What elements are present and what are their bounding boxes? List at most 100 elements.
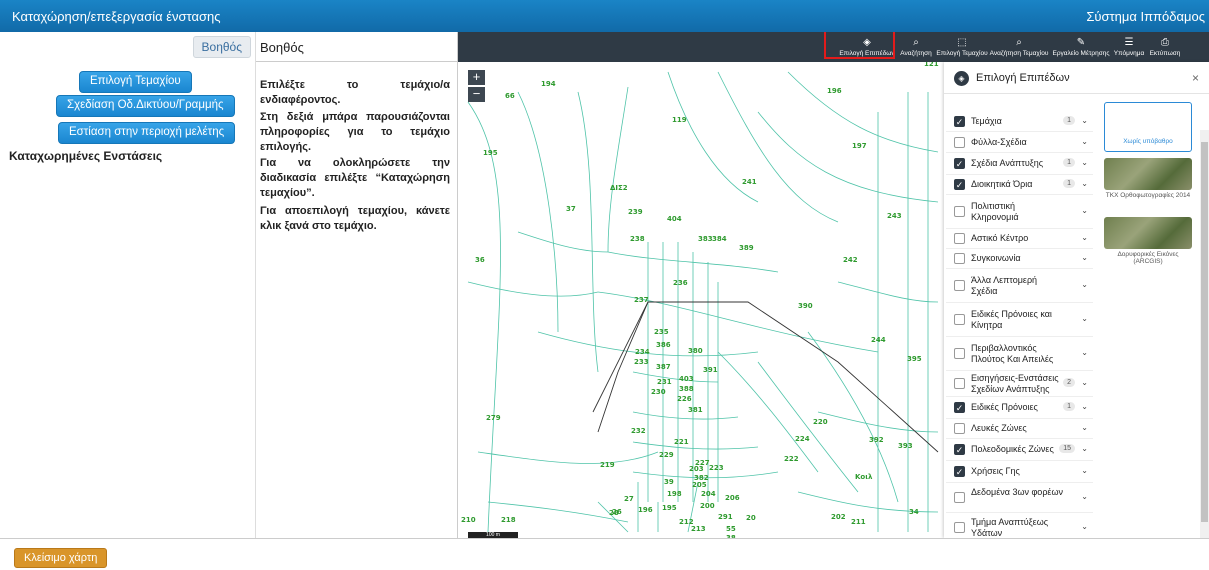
parcel-label: 226 [677, 395, 692, 403]
toolbar-search-parcel[interactable]: ⌕ Αναζήτηση Τεμαχίου [988, 32, 1050, 62]
focus-study-area-button[interactable]: Εστίαση στην περιοχή μελέτης [58, 122, 236, 144]
layer-count-badge: 1 [1063, 116, 1075, 125]
layer-row[interactable]: Τμήμα Αναπτύξεως Υδάτων ⌄ [946, 513, 1093, 538]
draw-road-network-button[interactable]: Σχεδίαση Οδ.Δικτύου/Γραμμής [56, 95, 235, 117]
chevron-down-icon[interactable]: ⌄ [1081, 179, 1088, 188]
layer-row[interactable]: ✓ Διοικητικά Όρια 1 ⌄ [946, 175, 1093, 195]
chevron-down-icon[interactable]: ⌄ [1081, 280, 1088, 289]
chevron-down-icon[interactable]: ⌄ [1081, 206, 1088, 215]
chevron-down-icon[interactable]: ⌄ [1081, 314, 1088, 323]
help-text-1: Επιλέξτε το τεμάχιο/α ενδιαφέροντος. [260, 79, 450, 106]
parcel-label: 200 [700, 502, 715, 510]
parcel-label: 218 [501, 516, 516, 524]
layer-count-badge: 1 [1063, 402, 1075, 411]
map-view[interactable]: 11511612119466196119197195241ΔΙΣ23723940… [458, 32, 1209, 538]
chevron-down-icon[interactable]: ⌄ [1081, 137, 1088, 146]
search-parcel-icon: ⌕ [1016, 37, 1022, 48]
parcel-label: 34 [909, 508, 919, 516]
layer-row[interactable]: ✓ Τεμάχια 1 ⌄ [946, 112, 1093, 132]
select-parcel-button[interactable]: Επιλογή Τεμαχίου [79, 71, 192, 93]
layer-name: Φύλλα-Σχέδια [971, 137, 1027, 147]
chevron-down-icon[interactable]: ⌄ [1081, 402, 1088, 411]
layers-panel-title: Επιλογή Επιπέδων [976, 72, 1070, 84]
basemap-label: Χωρίς υπόβαθρο [1123, 138, 1173, 145]
chevron-down-icon[interactable]: ⌄ [1081, 378, 1088, 387]
layer-checkbox[interactable] [954, 423, 965, 434]
layer-checkbox[interactable]: ✓ [954, 116, 965, 127]
layer-row[interactable]: Πολιτιστική Κληρονομιά ⌄ [946, 195, 1093, 229]
basemap-option[interactable]: Δορυφορικές Εικόνες (ARCGIS) [1104, 217, 1192, 265]
layer-checkbox[interactable] [954, 522, 965, 533]
layer-checkbox[interactable] [954, 233, 965, 244]
toolbar-select-parcel[interactable]: ⬚ Επιλογή Τεμαχίου [936, 32, 988, 62]
layer-checkbox[interactable] [954, 280, 965, 291]
layer-row[interactable]: ✓ Σχέδια Ανάπτυξης 1 ⌄ [946, 153, 1093, 175]
layer-row[interactable]: Άλλα Λεπτομερή Σχέδια ⌄ [946, 269, 1093, 303]
layer-checkbox[interactable] [954, 253, 965, 264]
parcel-label: 395 [907, 355, 922, 363]
basemap-option[interactable]: Χωρίς υπόβαθρο [1104, 102, 1192, 159]
chevron-down-icon[interactable]: ⌄ [1081, 233, 1088, 242]
title-bar: Καταχώρηση/επεξεργασία ένστασης Σύστημα … [0, 0, 1209, 32]
parcel-label: 291 [718, 513, 733, 521]
layer-row[interactable]: Ειδικές Πρόνοιες και Κίνητρα ⌄ [946, 303, 1093, 337]
layer-name: Συγκοινωνία [971, 253, 1021, 263]
layer-checkbox[interactable] [954, 137, 965, 148]
layer-checkbox[interactable] [954, 314, 965, 325]
toolbar-print[interactable]: ⎙ Εκτύπωση [1146, 32, 1184, 62]
parcel-label: 203 [689, 465, 704, 473]
parcel-label: 196 [827, 87, 842, 95]
parcel-label: 195 [662, 504, 677, 512]
chevron-down-icon[interactable]: ⌄ [1081, 116, 1088, 125]
layer-row[interactable]: ✓ Ειδικές Πρόνοιες 1 ⌄ [946, 397, 1093, 419]
layer-row[interactable]: Εισηγήσεις-Ενστάσεις Σχεδίων Ανάπτυξης 2 ⌄ [946, 371, 1093, 397]
chevron-down-icon[interactable]: ⌄ [1081, 492, 1088, 501]
toolbar-legend[interactable]: ☰ Υπόμνημα [1112, 32, 1146, 62]
layer-checkbox[interactable] [954, 206, 965, 217]
parcel-label: 236 [673, 279, 688, 287]
basemap-option[interactable]: ΤΚΧ Ορθοφωτογραφίες 2014 [1104, 158, 1192, 199]
layer-name: Χρήσεις Γης [971, 466, 1020, 476]
layer-row[interactable]: ✓ Πολεοδομικές Ζώνες 15 ⌄ [946, 439, 1093, 461]
zoom-out-button[interactable]: − [468, 87, 485, 102]
layer-row[interactable]: ✓ Χρήσεις Γης ⌄ [946, 461, 1093, 483]
layers-scrollbar[interactable] [1200, 130, 1209, 538]
chevron-down-icon[interactable]: ⌄ [1081, 466, 1088, 475]
layer-row[interactable]: Περιβαλλοντικός Πλούτος Και Απειλές ⌄ [946, 337, 1093, 371]
layer-checkbox[interactable]: ✓ [954, 466, 965, 477]
layer-checkbox[interactable] [954, 492, 965, 503]
toolbar-measure[interactable]: ✎ Εργαλείο Μέτρησης [1050, 32, 1112, 62]
chevron-down-icon[interactable]: ⌄ [1081, 444, 1088, 453]
parcel-label: 381 [688, 406, 703, 414]
zoom-in-button[interactable]: + [468, 70, 485, 85]
layer-checkbox[interactable]: ✓ [954, 402, 965, 413]
layer-checkbox[interactable] [954, 378, 965, 389]
layer-checkbox[interactable] [954, 348, 965, 359]
chevron-down-icon[interactable]: ⌄ [1081, 423, 1088, 432]
parcel-label: ΔΙΣ2 [610, 184, 628, 192]
parcel-label: 198 [667, 490, 682, 498]
chevron-down-icon[interactable]: ⌄ [1081, 158, 1088, 167]
layer-checkbox[interactable]: ✓ [954, 179, 965, 190]
close-icon[interactable]: × [1192, 71, 1199, 85]
layer-row[interactable]: Δεδομένα 3ων φορέων ⌄ [946, 483, 1093, 513]
toolbar-search[interactable]: ⌕ Αναζήτηση [896, 32, 936, 62]
chevron-down-icon[interactable]: ⌄ [1081, 253, 1088, 262]
help-button[interactable]: Βοηθός [192, 36, 251, 58]
basemap-thumbnail[interactable] [1104, 217, 1192, 249]
select-parcel-icon: ⬚ [957, 37, 967, 48]
scrollbar-thumb[interactable] [1201, 142, 1208, 522]
close-map-button[interactable]: Κλείσιμο χάρτη [14, 548, 108, 568]
basemap-thumbnail[interactable] [1104, 158, 1192, 190]
chevron-down-icon[interactable]: ⌄ [1081, 522, 1088, 531]
layer-row[interactable]: Λευκές Ζώνες ⌄ [946, 419, 1093, 439]
parcel-label: 380 [688, 347, 703, 355]
layer-row[interactable]: Αστικό Κέντρο ⌄ [946, 229, 1093, 249]
chevron-down-icon[interactable]: ⌄ [1081, 348, 1088, 357]
layer-row[interactable]: Φύλλα-Σχέδια ⌄ [946, 133, 1093, 153]
parcel-label: 37 [566, 205, 576, 213]
layer-checkbox[interactable]: ✓ [954, 158, 965, 169]
map-toolbar: ◈ Επιλογή Επιπέδων ⌕ Αναζήτηση ⬚ Επιλογή… [458, 32, 1209, 62]
layer-checkbox[interactable]: ✓ [954, 444, 965, 455]
layer-row[interactable]: Συγκοινωνία ⌄ [946, 249, 1093, 269]
